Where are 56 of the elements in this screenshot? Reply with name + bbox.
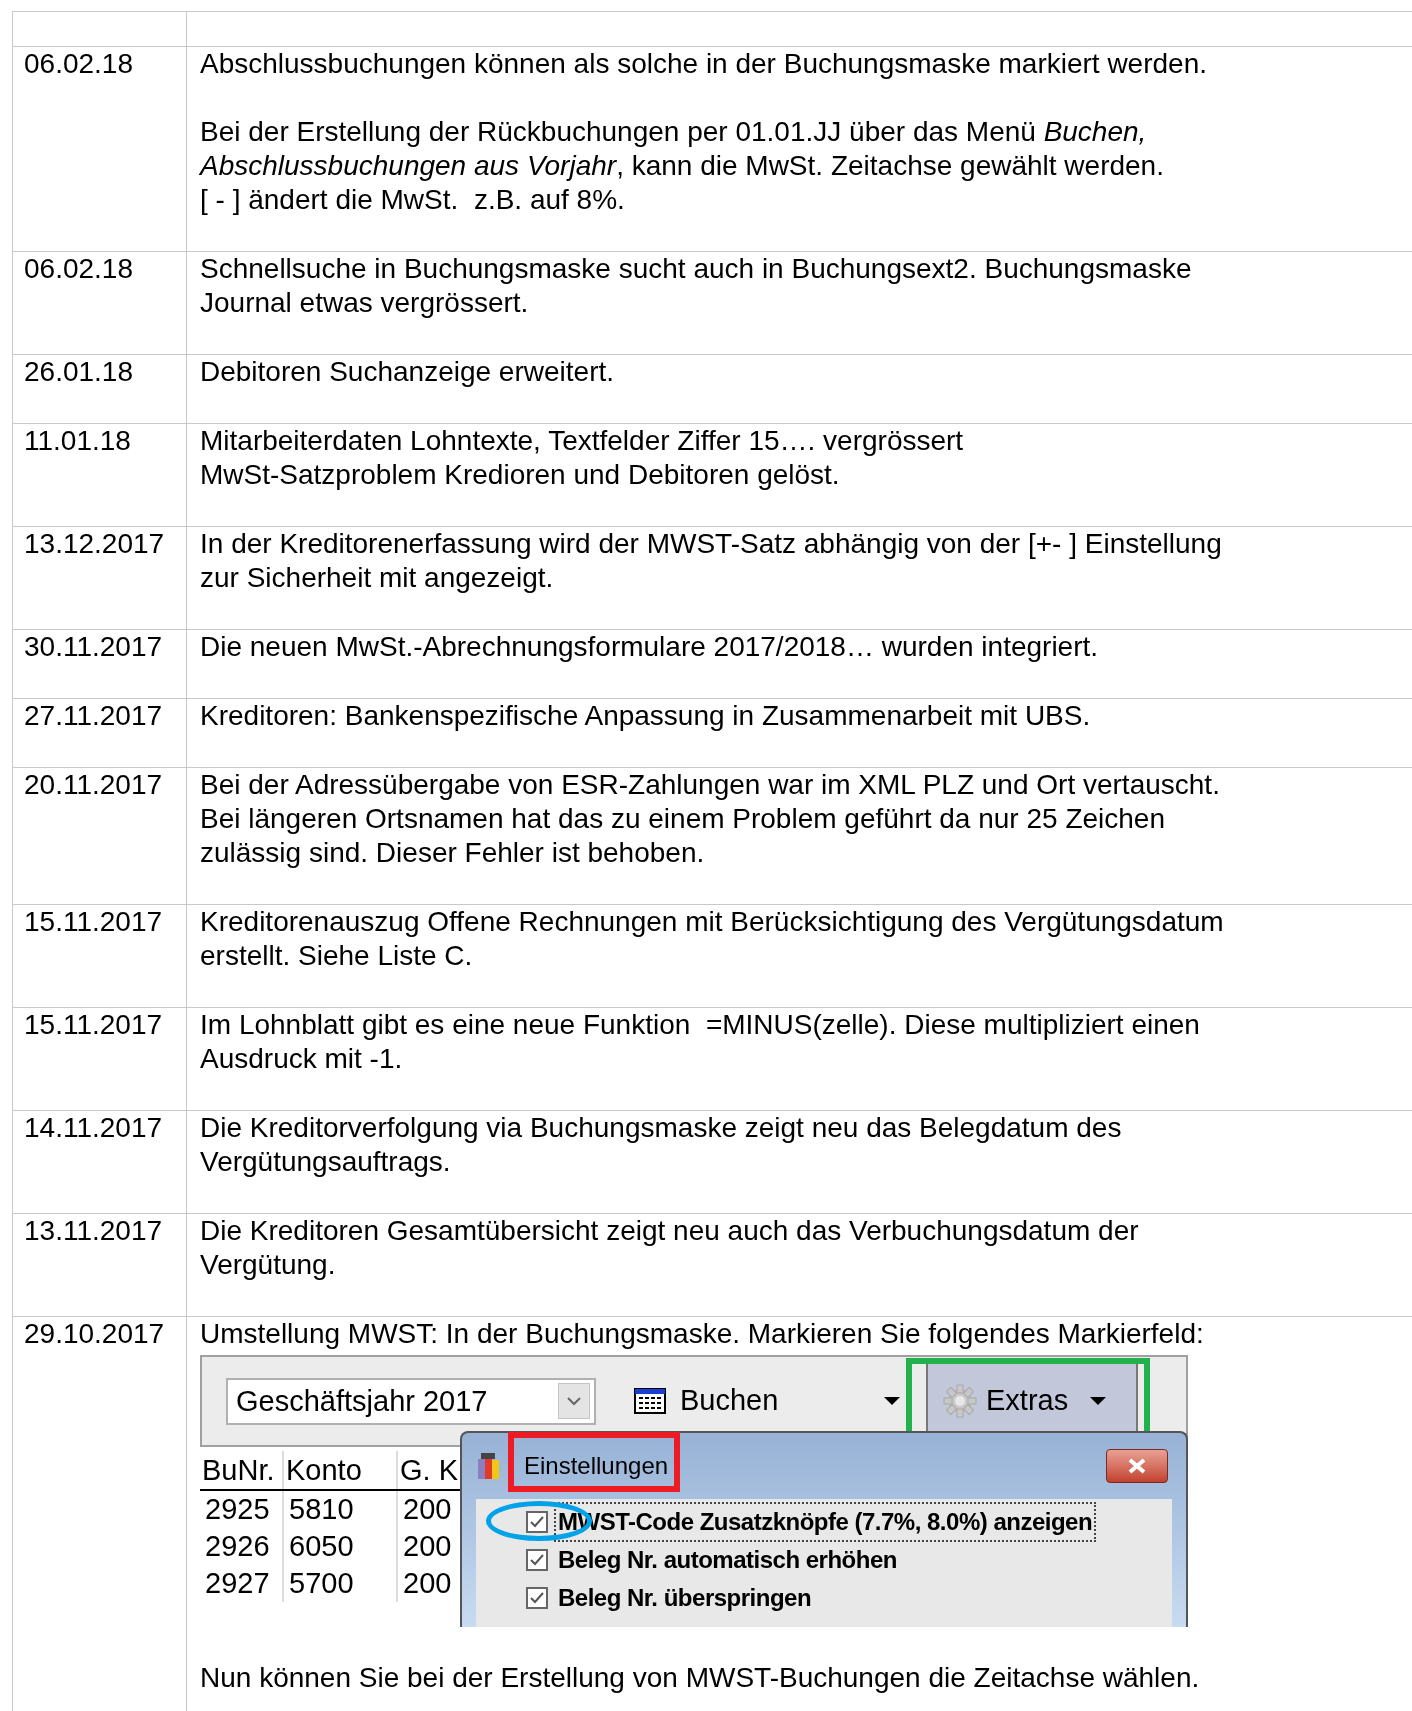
caret-icon <box>1090 1397 1107 1405</box>
menu-button[interactable]: Buchen <box>634 1371 904 1431</box>
dialog-title: Einstellungen <box>523 1451 670 1481</box>
column-header[interactable]: Konto <box>284 1451 398 1489</box>
checkbox[interactable] <box>526 1511 548 1533</box>
date-cell-text: 30.11.2017 <box>24 630 164 664</box>
date-cell-text: 20.11.2017 <box>24 768 164 802</box>
entry-text: Im Lohnblatt gibt es eine neue Funktion =MINUS(zelle). Diese multipliziert einen Ausdruck mit -1. <box>200 1008 1201 1076</box>
entry-text: Kreditorenauszug Offene Rechnungen mit Berücksichtigung des Vergütungsdatum erstellt. Siehe Liste C. <box>200 905 1225 973</box>
option-label[interactable]: Beleg Nr. automatisch erhöhen <box>554 1540 901 1580</box>
entry-text: Die neuen MwSt.-Abrechnungsformulare 2017/2018… wurden integriert. <box>200 630 1100 664</box>
grid-cell: 2925 <box>200 1491 284 1528</box>
date-cell-text: 14.11.2017 <box>24 1111 164 1145</box>
grid-cell: 2926 <box>200 1528 284 1565</box>
entry-text: Debitoren Suchanzeige erweitert. <box>200 355 615 389</box>
date-cell-text: 13.11.2017 <box>24 1214 164 1248</box>
date-cell-text: 29.10.2017 <box>24 1317 166 1351</box>
date-cell-text: 15.11.2017 <box>24 905 164 939</box>
close-icon <box>1127 1458 1147 1474</box>
entry-text: Mitarbeiterdaten Lohntexte, Textfelder Ziffer 15…. vergrössert MwSt-Satzproblem Kredioren und Debitoren gelöst. <box>200 424 965 492</box>
entry-text: Die Kreditorverfolgung via Buchungsmaske zeigt neu das Belegdatum des Vergütungsauftrags. <box>200 1111 1123 1179</box>
dropdown-value: Geschäftsjahr 2017 <box>236 1386 488 1416</box>
checkmark-icon <box>529 1591 545 1605</box>
grid-cell: 2927 <box>200 1565 284 1602</box>
entry-text: In der Kreditorenerfassung wird der MWST-Satz abhängig von der [+- ] Einstellung zur Sicherheit mit angezeigt. <box>200 527 1223 595</box>
date-cell-text: 06.02.18 <box>24 47 134 81</box>
grid-cell: 6050 <box>284 1528 398 1565</box>
table-icon <box>634 1388 666 1414</box>
date-cell-text: 13.12.2017 <box>24 527 166 561</box>
entry-text: Kreditoren: Bankenspezifische Anpassung in Zusammenarbeit mit UBS. <box>200 699 1092 733</box>
checkmark-icon <box>529 1553 545 1567</box>
entry-text: Schnellsuche in Buchungsmaske sucht auch in Buchungsext2. Buchungsmaske Journal etwas vergrössert. <box>200 252 1193 320</box>
chevron-down-icon <box>566 1396 582 1406</box>
entry-text: Die Kreditoren Gesamtübersicht zeigt neu auch das Verbuchungsdatum der Vergütung. <box>200 1214 1140 1282</box>
entry-text: Umstellung MWST: In der Buchungsmaske. Markieren Sie folgendes Markierfeld: <box>200 1317 1205 1351</box>
option-label[interactable]: Beleg Nr. überspringen <box>554 1578 816 1618</box>
caret-icon <box>884 1397 900 1405</box>
date-cell-text: 06.02.18 <box>24 252 134 286</box>
dropdown-button[interactable] <box>558 1383 590 1419</box>
date-cell-text: 27.11.2017 <box>24 699 164 733</box>
column-header[interactable]: BuNr. <box>200 1451 284 1489</box>
entry-text: Bei der Adressübergabe von ESR-Zahlungen war im XML PLZ und Ort vertauscht. Bei längeren Ortsnamen hat das zu einem Problem geführt da nur 25 Zeichen zulässig sind. Dieser Fehler ist behoben. <box>200 768 1221 870</box>
year-dropdown[interactable]: Geschäftsjahr 2017 <box>226 1377 596 1425</box>
grid-cell: 5700 <box>284 1565 398 1602</box>
checkmark-icon <box>529 1515 545 1529</box>
checkbox[interactable] <box>526 1587 548 1609</box>
date-cell-text: 11.01.18 <box>24 424 132 458</box>
gear-icon <box>942 1383 978 1419</box>
date-cell-text: 26.01.18 <box>24 355 134 389</box>
entry-text: Bei der Erstellung der Rückbuchungen per 01.01.JJ über das Menü Buchen, Abschlussbuchungen aus Vorjahr, kann die MwSt. Zeitachse gewählt werden. [ - ] ändert die MwSt. z.B. auf 8%. <box>200 115 1165 217</box>
grid-cell: 5810 <box>284 1491 398 1528</box>
close-button[interactable] <box>1106 1449 1168 1483</box>
entry-text: Abschlussbuchungen können als solche in der Buchungsmaske markiert werden. <box>200 47 1208 81</box>
entry-text: Nun können Sie bei der Erstellung von MWST-Buchungen die Zeitachse wählen. <box>200 1661 1201 1695</box>
date-cell-text: 15.11.2017 <box>24 1008 164 1042</box>
checkbox[interactable] <box>526 1549 548 1571</box>
